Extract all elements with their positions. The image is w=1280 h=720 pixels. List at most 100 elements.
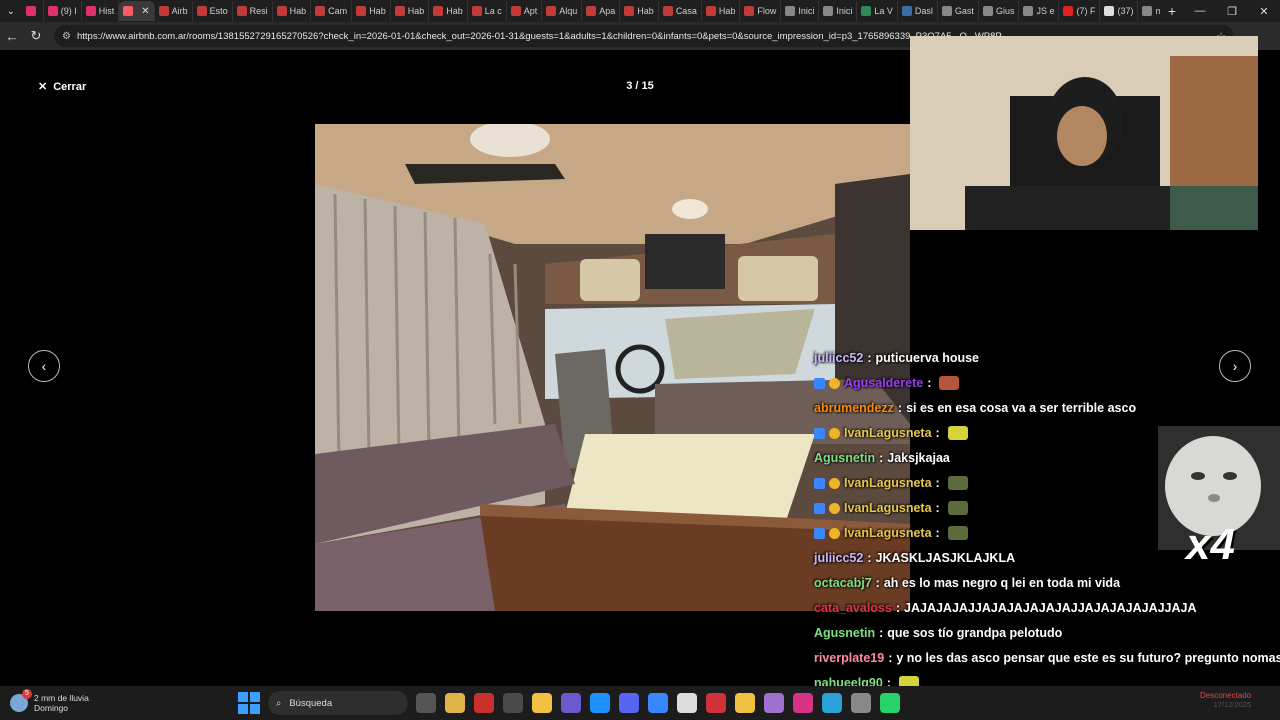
maximize-icon[interactable]: ❐	[1216, 0, 1248, 22]
taskbar-app-icon[interactable]	[474, 693, 494, 713]
chat-username[interactable]: IvanLagusneta	[844, 476, 932, 490]
chat-username[interactable]: juliicc52	[814, 551, 863, 565]
taskbar-app-icon[interactable]	[590, 693, 610, 713]
browser-tab[interactable]: Hab	[702, 1, 741, 21]
chat-username[interactable]: IvanLagusneta	[844, 426, 932, 440]
browser-tab[interactable]: Flow	[740, 1, 782, 21]
browser-tab[interactable]: Esto	[193, 1, 233, 21]
taskbar-app-icon[interactable]	[532, 693, 552, 713]
chat-username[interactable]: Agusnetin	[814, 451, 875, 465]
browser-tab[interactable]: Apa	[582, 1, 621, 21]
chat-username[interactable]: IvanLagusneta	[844, 501, 932, 515]
back-arrow-icon[interactable]: ←	[0, 24, 24, 48]
tab-search-icon[interactable]: ⌄	[0, 0, 22, 22]
chat-username[interactable]: riverplate19	[814, 651, 884, 665]
browser-tab[interactable]: Hist	[82, 1, 120, 21]
browser-tab[interactable]: Alqu	[542, 1, 583, 21]
browser-tab[interactable]: Hab	[273, 1, 312, 21]
chat-username[interactable]: abrumendezz	[814, 401, 894, 415]
taskbar-app-icon[interactable]	[764, 693, 784, 713]
browser-tab[interactable]: Casa	[659, 1, 702, 21]
browser-tab[interactable]: La V	[857, 1, 898, 21]
tab-label: La c	[484, 6, 502, 16]
tab-favicon-icon	[1063, 6, 1074, 16]
tab-strip: (9) I Hist ✕ Airb Esto Resi Hab Cam Hab Hab Hab La …	[22, 0, 1160, 22]
taskbar-app-icon[interactable]	[880, 693, 900, 713]
taskbar-app-icon[interactable]	[677, 693, 697, 713]
browser-tab[interactable]: Airb	[155, 1, 193, 21]
chat-username[interactable]: IvanLagusneta	[844, 526, 932, 540]
chat-username[interactable]: Agusnetin	[814, 626, 875, 640]
chat-separator: :	[935, 426, 940, 440]
taskbar-app-icon[interactable]	[561, 693, 581, 713]
tab-label: Casa	[675, 6, 697, 16]
tab-favicon-icon	[662, 6, 673, 16]
browser-tab[interactable]: Apt	[507, 1, 543, 21]
tab-label: (37)	[1117, 6, 1134, 16]
chat-badge-icon	[814, 502, 825, 514]
browser-tab[interactable]: Hab	[620, 1, 659, 21]
browser-tab[interactable]: (9) I	[44, 1, 82, 21]
browser-tab[interactable]: Hab	[352, 1, 391, 21]
close-gallery-button[interactable]: ✕ Cerrar	[38, 80, 86, 94]
weather-widget[interactable]: 2 mm de lluvia Domingo	[10, 689, 210, 713]
browser-tab[interactable]: mel	[1138, 1, 1160, 21]
chat-badge-icon	[814, 527, 825, 539]
reload-icon[interactable]: ↻	[24, 24, 48, 48]
chat-username[interactable]: cata_avaloss	[814, 601, 892, 615]
weather-summary: 2 mm de lluvia	[34, 693, 89, 703]
tab-favicon-icon	[510, 6, 521, 16]
tab-favicon-icon	[276, 6, 287, 16]
taskbar-app-icon[interactable]	[619, 693, 639, 713]
browser-tab[interactable]: La c	[468, 1, 507, 21]
browser-tab[interactable]: Resi	[233, 1, 273, 21]
browser-tab[interactable]: Gius	[979, 1, 1020, 21]
browser-tab[interactable]: Inici	[781, 1, 820, 21]
chat-separator: :	[935, 501, 940, 515]
pinned-apps	[416, 693, 900, 713]
browser-tab[interactable]: (7) F	[1059, 1, 1101, 21]
streamer-webcam	[910, 36, 1258, 230]
browser-tab[interactable]: Hab	[391, 1, 430, 21]
browser-tab[interactable]: JS e	[1019, 1, 1060, 21]
taskbar-date[interactable]: 17/12/2025	[1214, 700, 1252, 709]
chat-message: Agusnetin: que sos tío grandpa pelotudo	[814, 622, 1062, 644]
taskbar-app-icon[interactable]	[735, 693, 755, 713]
tab-label: Cam	[328, 6, 348, 16]
previous-photo-button[interactable]: ‹	[28, 350, 60, 382]
browser-tab[interactable]: Cam	[311, 1, 353, 21]
site-info-icon[interactable]: ⚙	[62, 31, 71, 42]
browser-tab[interactable]: Dasl	[898, 1, 938, 21]
search-placeholder: Búsqueda	[289, 697, 333, 709]
browser-tab[interactable]: (37)	[1100, 1, 1139, 21]
minimize-icon[interactable]: —	[1184, 0, 1216, 22]
taskbar-app-icon[interactable]	[822, 693, 842, 713]
browser-tab[interactable]: Inici	[819, 1, 858, 21]
close-window-icon[interactable]: ✕	[1248, 0, 1280, 22]
chat-emote-icon	[947, 476, 968, 490]
taskbar-app-icon[interactable]	[503, 693, 523, 713]
taskbar-app-icon[interactable]	[648, 693, 668, 713]
taskbar-app-icon[interactable]	[706, 693, 726, 713]
tab-favicon-icon	[356, 6, 367, 16]
tab-label: Hab	[446, 6, 463, 16]
taskbar-app-icon[interactable]	[445, 693, 465, 713]
start-button[interactable]	[238, 692, 260, 714]
chat-username[interactable]: octacabj7	[814, 576, 872, 590]
chat-username[interactable]: juliicc52	[814, 351, 863, 365]
chat-badge-icon	[814, 477, 825, 489]
windows-taskbar: 2 mm de lluvia Domingo ⌕ Búsqueda Descon…	[0, 686, 1280, 720]
tab-close-icon[interactable]: ✕	[141, 6, 149, 17]
browser-tab[interactable]: Hab	[429, 1, 468, 21]
browser-tab[interactable]: ✕	[119, 1, 155, 21]
new-tab-button[interactable]: +	[1160, 3, 1184, 19]
taskbar-search[interactable]: ⌕ Búsqueda	[268, 691, 408, 715]
browser-tab[interactable]: Gast	[938, 1, 979, 21]
browser-tab[interactable]	[22, 1, 44, 21]
close-icon: ✕	[38, 81, 48, 93]
taskbar-app-icon[interactable]	[793, 693, 813, 713]
taskbar-app-icon[interactable]	[851, 693, 871, 713]
multiplier-overlay: x4	[1186, 520, 1235, 569]
chat-username[interactable]: Agusalderete	[844, 376, 923, 390]
taskbar-app-icon[interactable]	[416, 693, 436, 713]
